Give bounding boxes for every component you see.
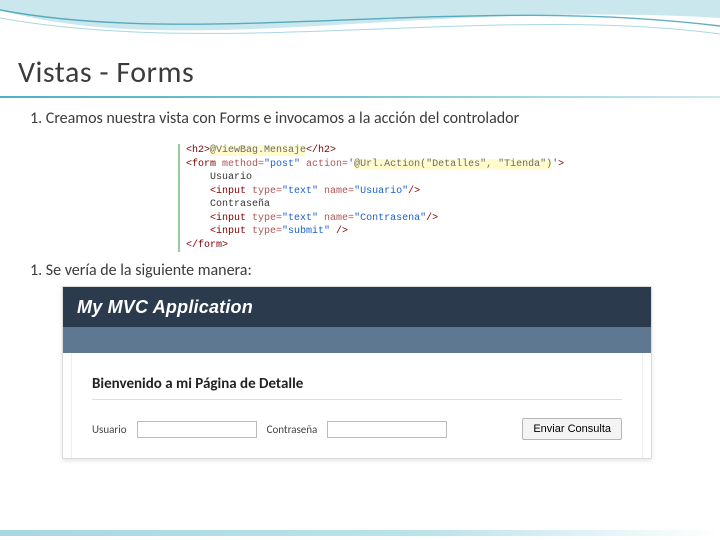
- footer-decorative-line: [0, 530, 720, 536]
- code-token: name=: [318, 213, 354, 224]
- preview-label-pass: Contraseña: [267, 423, 318, 436]
- code-token: <h2>: [186, 145, 210, 156]
- slide-title: Vistas - Forms: [18, 54, 194, 91]
- code-token: <form: [186, 159, 222, 170]
- code-token: type=: [252, 226, 282, 237]
- code-token: "text": [282, 213, 318, 224]
- code-token: @ViewBag.Mensaje: [210, 145, 306, 156]
- code-token: </h2>: [306, 145, 336, 156]
- preview-page-heading: Bienvenido a mi Página de Detalle: [92, 375, 622, 393]
- code-token: <input: [186, 186, 252, 197]
- code-token: <input: [186, 213, 252, 224]
- code-token: type=: [252, 186, 282, 197]
- code-token: </form>: [186, 240, 228, 251]
- preview-submit-button[interactable]: Enviar Consulta: [522, 418, 622, 440]
- code-token: "text": [282, 186, 318, 197]
- code-token: name=: [318, 186, 354, 197]
- preview-input-pass[interactable]: [327, 421, 447, 438]
- code-token: />: [330, 226, 348, 237]
- code-token: >: [558, 159, 564, 170]
- step-1-number: 1.: [30, 109, 42, 128]
- preview-form-row: Usuario Contraseña Enviar Consulta: [92, 418, 622, 440]
- preview-input-user[interactable]: [137, 421, 257, 438]
- preview-label-user: Usuario: [92, 423, 127, 436]
- code-token: <input: [186, 226, 252, 237]
- code-token: />: [426, 213, 438, 224]
- code-token: "Usuario": [354, 186, 408, 197]
- code-snippet: <h2>@ViewBag.Mensaje</h2> <form method="…: [178, 144, 538, 252]
- preview-subbar: [63, 327, 651, 353]
- rendered-preview: My MVC Application Bienvenido a mi Págin…: [62, 286, 652, 459]
- code-token: Contraseña: [186, 198, 538, 212]
- preview-topbar: My MVC Application: [63, 287, 651, 327]
- code-token: type=: [252, 213, 282, 224]
- code-token: "submit": [282, 226, 330, 237]
- title-underline: [0, 96, 720, 98]
- step-2: 1. Se vería de la siguiente manera:: [30, 260, 690, 282]
- code-token: Usuario: [186, 171, 538, 185]
- code-token: action=: [300, 159, 348, 170]
- preview-page: Bienvenido a mi Página de Detalle Usuari…: [71, 353, 643, 458]
- step-2-text: Se vería de la siguiente manera:: [46, 261, 252, 280]
- code-token: "Contrasena": [354, 213, 426, 224]
- step-2-number: 1.: [30, 261, 42, 280]
- code-token: />: [408, 186, 420, 197]
- preview-divider: [92, 399, 622, 400]
- code-token: @Url.Action("Detalles", "Tienda"): [354, 159, 552, 170]
- code-token: "post": [264, 159, 300, 170]
- preview-app-title: My MVC Application: [77, 297, 253, 318]
- code-token: method=: [222, 159, 264, 170]
- step-1-text: Creamos nuestra vista con Forms e invoca…: [46, 109, 519, 128]
- step-1: 1. Creamos nuestra vista con Forms e inv…: [30, 108, 690, 130]
